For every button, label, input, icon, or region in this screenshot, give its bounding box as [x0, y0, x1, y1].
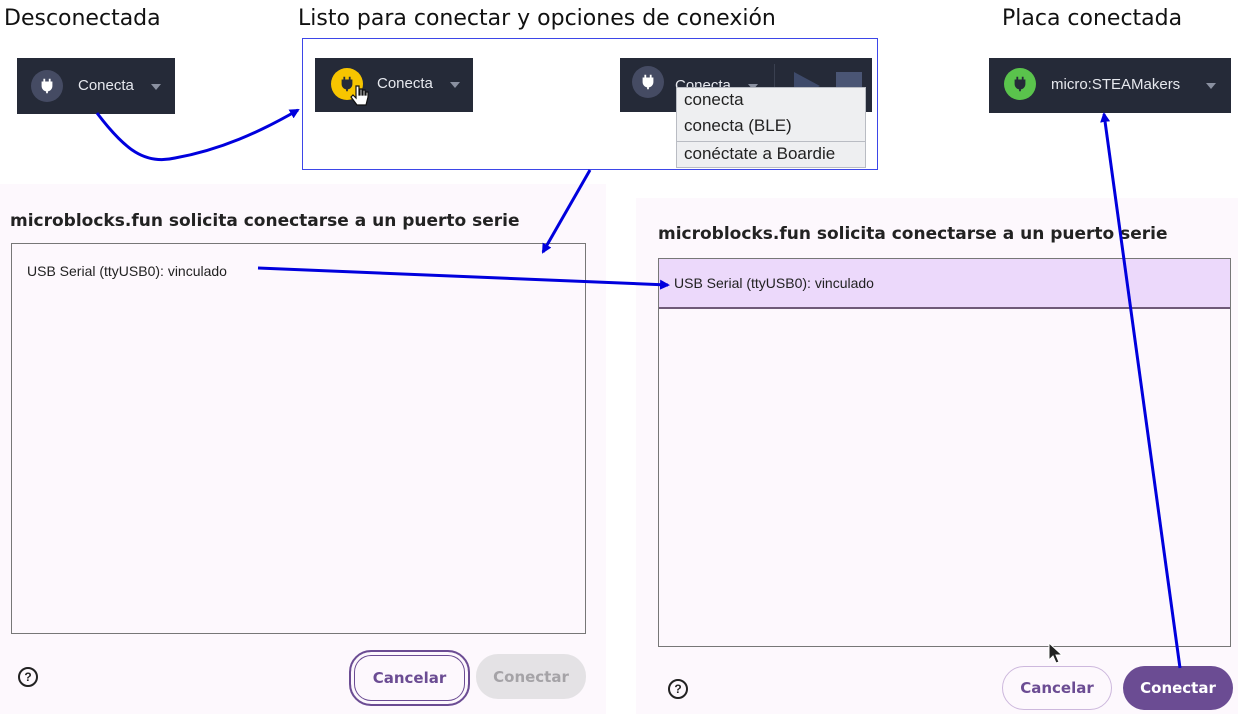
menu-item-connect[interactable]: conecta — [677, 90, 865, 110]
hand-pointer-icon — [350, 85, 369, 106]
arrow-to-ready — [95, 108, 300, 162]
connect-menu: conecta conecta (BLE) conéctate a Boardi… — [676, 87, 866, 168]
port-item-label: USB Serial (ttyUSB0): vinculado — [674, 275, 874, 291]
serial-dialog-right: microblocks.fun solicita conectarse a un… — [636, 198, 1238, 714]
toolbar-ready: Conecta — [315, 58, 473, 112]
menu-divider — [677, 141, 865, 142]
connect-button-ready[interactable]: Conecta — [315, 58, 473, 112]
connect-label: Conecta — [377, 75, 433, 92]
connect-button-disconnected[interactable]: Conecta — [17, 58, 175, 114]
port-item[interactable]: USB Serial (ttyUSB0): vinculado — [27, 263, 227, 279]
board-button-connected[interactable]: micro:STEAMakers — [989, 58, 1231, 113]
caption-ready: Listo para conectar y opciones de conexi… — [298, 6, 776, 31]
port-list: USB Serial (ttyUSB0): vinculado — [658, 258, 1231, 647]
connect-label: Conecta — [78, 77, 134, 94]
connect-button-disabled[interactable]: Conectar — [476, 654, 586, 699]
connect-button[interactable]: Conectar — [1123, 666, 1233, 710]
dialog-title: microblocks.fun solicita conectarse a un… — [10, 211, 520, 231]
board-name-label: micro:STEAMakers — [1051, 76, 1181, 93]
plug-icon — [632, 66, 664, 98]
menu-item-connect-ble[interactable]: conecta (BLE) — [677, 116, 865, 136]
toolbar-disconnected: Conecta — [17, 58, 175, 114]
caption-connected: Placa conectada — [1002, 6, 1183, 31]
menu-item-boardie[interactable]: conéctate a Boardie — [677, 144, 865, 164]
port-item-selected[interactable]: USB Serial (ttyUSB0): vinculado — [659, 259, 1230, 309]
caption-disconnected: Desconectada — [4, 6, 161, 31]
dialog-title: microblocks.fun solicita conectarse a un… — [658, 224, 1168, 244]
caret-down-icon — [1206, 83, 1216, 89]
cancel-button[interactable]: Cancelar — [349, 650, 470, 706]
serial-dialog-left: microblocks.fun solicita conectarse a un… — [0, 184, 606, 714]
mouse-cursor-icon — [1048, 642, 1064, 664]
caret-down-icon — [151, 84, 161, 90]
help-icon[interactable]: ? — [18, 667, 38, 687]
help-icon[interactable]: ? — [668, 679, 688, 699]
port-list: USB Serial (ttyUSB0): vinculado — [11, 243, 586, 634]
plug-icon — [1004, 68, 1036, 100]
plug-icon — [31, 70, 63, 102]
caret-down-icon — [450, 82, 460, 88]
toolbar-connected: micro:STEAMakers — [989, 58, 1231, 113]
cancel-button[interactable]: Cancelar — [1002, 666, 1112, 710]
